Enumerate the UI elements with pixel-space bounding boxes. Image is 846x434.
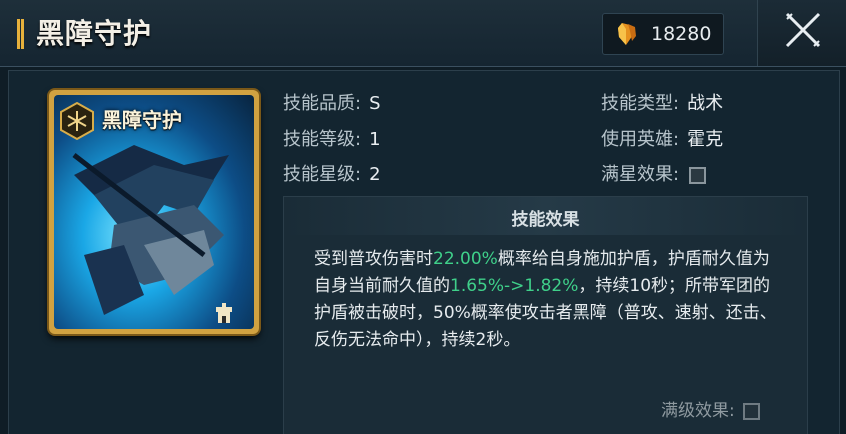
effect-shield-value: 1.65%->1.82% bbox=[450, 276, 579, 296]
effect-text-part: 受到普攻伤害时 bbox=[314, 249, 433, 269]
attr-hero-value: 霍克 bbox=[687, 129, 724, 150]
attr-full-star: 满星效果: bbox=[601, 160, 707, 186]
title-accent-bar bbox=[17, 19, 24, 49]
attr-hero: 使用英雄: 霍克 bbox=[601, 125, 723, 151]
effect-probability-value: 22.00% bbox=[433, 249, 498, 269]
attr-hero-label: 使用英雄: bbox=[601, 129, 680, 150]
attr-level-label: 技能等级: bbox=[283, 129, 362, 150]
top-bar: 黑障守护 18280 bbox=[0, 0, 846, 67]
skill-emblem-icon bbox=[60, 101, 94, 141]
attr-type-label: 技能类型: bbox=[601, 93, 680, 114]
attr-star-label: 技能星级: bbox=[283, 164, 362, 185]
skill-card: 黑障守护 bbox=[49, 90, 259, 334]
currency-display: 18280 bbox=[602, 13, 724, 55]
max-level-effect: 满级效果: bbox=[661, 396, 760, 421]
attr-level: 技能等级: 1 bbox=[283, 125, 381, 151]
tower-icon bbox=[216, 303, 232, 323]
attr-star: 技能星级: 2 bbox=[283, 160, 381, 186]
close-button[interactable] bbox=[757, 0, 846, 66]
wing-artwork bbox=[72, 145, 229, 315]
skill-effect-title: 技能效果 bbox=[511, 210, 580, 230]
skill-effect-box: 技能效果 受到普攻伤害时22.00%概率给自身施加护盾，护盾耐久值为自身当前耐久… bbox=[283, 196, 808, 434]
max-level-checkbox[interactable] bbox=[742, 402, 760, 420]
attr-type-value: 战术 bbox=[687, 93, 724, 114]
attr-quality-label: 技能品质: bbox=[283, 93, 362, 114]
attr-quality: 技能品质: S bbox=[283, 89, 381, 115]
crystal-icon bbox=[618, 23, 636, 45]
page-title: 黑障守护 bbox=[36, 17, 153, 50]
skill-effect-description: 受到普攻伤害时22.00%概率给自身施加护盾，护盾耐久值为自身当前耐久值的1.6… bbox=[314, 246, 784, 354]
attr-type: 技能类型: 战术 bbox=[601, 89, 723, 115]
attr-star-value: 2 bbox=[369, 164, 381, 185]
attr-level-value: 1 bbox=[369, 129, 381, 150]
max-level-label: 满级效果: bbox=[661, 401, 735, 421]
skill-effect-header: 技能效果 bbox=[284, 197, 807, 235]
full-star-checkbox[interactable] bbox=[689, 166, 707, 184]
skill-card-name: 黑障守护 bbox=[102, 108, 182, 132]
attr-quality-value: S bbox=[369, 93, 381, 114]
attr-full-star-label: 满星效果: bbox=[601, 164, 680, 185]
currency-value: 18280 bbox=[651, 23, 712, 45]
close-icon bbox=[785, 12, 821, 48]
skill-card-art-frame: 黑障守护 bbox=[54, 95, 254, 329]
